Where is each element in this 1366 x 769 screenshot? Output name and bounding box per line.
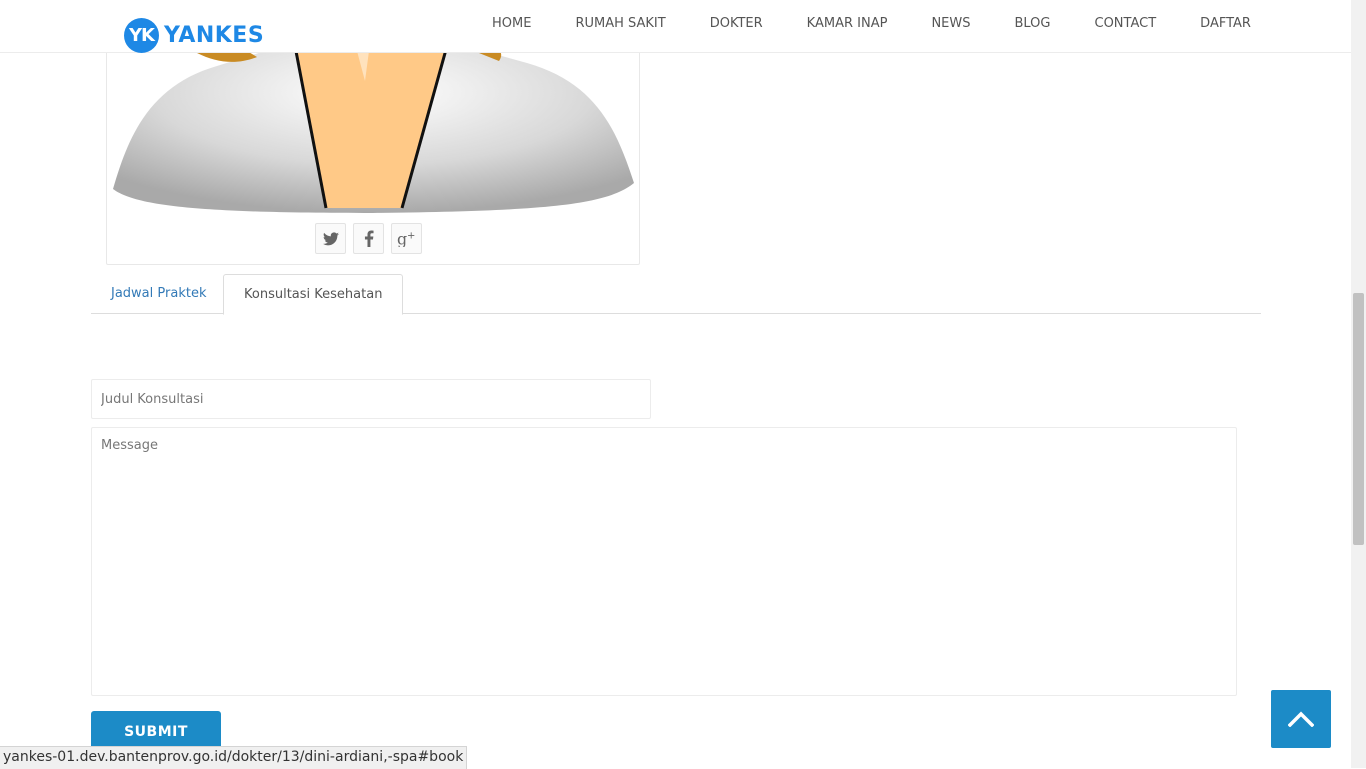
- site-header: YK YANKES HOME RUMAH SAKIT DOKTER KAMAR …: [0, 0, 1351, 53]
- nav-rumah-sakit[interactable]: RUMAH SAKIT: [575, 16, 665, 31]
- svg-text:g: g: [397, 230, 407, 247]
- browser-status-url: yankes-01.dev.bantenprov.go.id/dokter/13…: [0, 746, 468, 769]
- scrollbar-thumb[interactable]: [1353, 293, 1364, 545]
- twitter-icon: [322, 231, 339, 245]
- google-plus-icon: g +: [397, 230, 415, 247]
- tab-konsultasi-kesehatan[interactable]: Konsultasi Kesehatan: [223, 274, 404, 315]
- svg-text:+: +: [407, 231, 415, 242]
- chevron-up-icon: [1288, 711, 1314, 727]
- nav-contact[interactable]: CONTACT: [1095, 16, 1157, 31]
- message-textarea[interactable]: [91, 427, 1237, 696]
- logo-badge: YK: [124, 17, 159, 53]
- tab-jadwal-praktek[interactable]: Jadwal Praktek: [91, 274, 226, 313]
- nav-dokter[interactable]: DOKTER: [710, 16, 763, 31]
- social-links: g +: [315, 223, 422, 254]
- nav-home[interactable]: HOME: [492, 16, 531, 31]
- nav-blog[interactable]: BLOG: [1014, 16, 1050, 31]
- google-plus-button[interactable]: g +: [391, 223, 422, 254]
- facebook-button[interactable]: [353, 223, 384, 254]
- page-scrollbar[interactable]: [1351, 0, 1366, 768]
- main-nav: HOME RUMAH SAKIT DOKTER KAMAR INAP NEWS …: [470, 16, 1273, 31]
- logo-text: YANKES: [164, 22, 265, 48]
- doctor-tabs: Jadwal Praktek Konsultasi Kesehatan: [91, 274, 1261, 315]
- nav-daftar[interactable]: DAFTAR: [1200, 16, 1251, 31]
- consultation-title-input[interactable]: [91, 379, 651, 419]
- facebook-icon: [364, 230, 374, 247]
- twitter-button[interactable]: [315, 223, 346, 254]
- nav-kamar-inap[interactable]: KAMAR INAP: [807, 16, 888, 31]
- site-logo[interactable]: YK YANKES: [124, 17, 265, 53]
- back-to-top-button[interactable]: [1271, 690, 1331, 748]
- nav-news[interactable]: NEWS: [931, 16, 970, 31]
